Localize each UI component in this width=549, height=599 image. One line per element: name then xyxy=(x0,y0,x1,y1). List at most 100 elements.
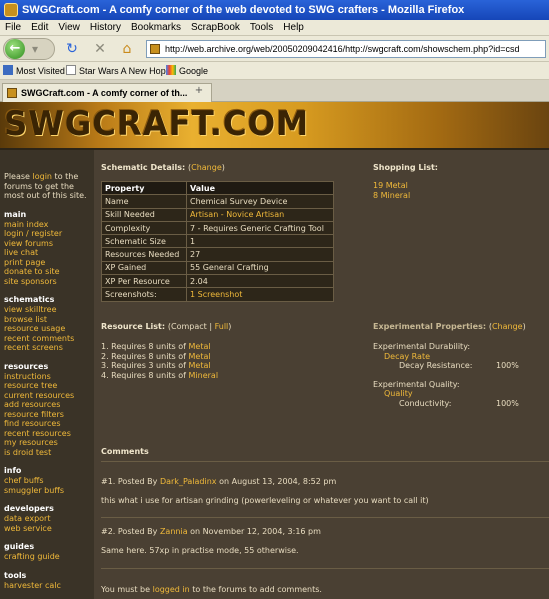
paren: ) xyxy=(221,163,225,172)
sidebar-link[interactable]: resource tree xyxy=(4,381,94,391)
address-bar[interactable]: http://web.archive.org/web/2005020904241… xyxy=(146,40,546,58)
resource-link[interactable]: Metal xyxy=(189,361,211,370)
sidebar-link[interactable]: main index xyxy=(4,220,94,230)
back-button[interactable]: ← xyxy=(5,39,25,59)
sidebar-link[interactable]: find resources xyxy=(4,419,94,429)
sidebar-link[interactable]: view skilltree xyxy=(4,305,94,315)
value-cell: Artisan - Novice Artisan xyxy=(186,207,334,222)
stop-icon[interactable]: ✕ xyxy=(90,39,110,59)
shopping-resource-link[interactable]: Metal xyxy=(386,181,408,190)
sidebar-link[interactable]: donate to site xyxy=(4,267,94,277)
sidebar-link[interactable]: print page xyxy=(4,258,94,268)
logged-in-link[interactable]: logged in xyxy=(153,585,190,594)
sidebar-section-title: schematics xyxy=(4,295,55,304)
experimental-change-link[interactable]: Change xyxy=(492,322,523,331)
site-favicon-icon xyxy=(150,44,160,54)
comment-divider xyxy=(101,568,549,569)
sidebar-link[interactable]: live chat xyxy=(4,248,94,258)
resource-link[interactable]: Metal xyxy=(189,342,211,351)
experimental-subgroup-link[interactable]: Decay Rate xyxy=(373,352,472,362)
experimental-attribute: Decay Resistance: 100% xyxy=(373,361,519,371)
sidebar-link[interactable]: site sponsors xyxy=(4,277,94,287)
sidebar-link[interactable]: chef buffs xyxy=(4,476,94,486)
resource-list-title: Resource List: xyxy=(101,322,166,331)
experimental-subgroup-link[interactable]: Quality xyxy=(373,389,472,399)
attribute-value: 100% xyxy=(496,398,519,408)
table-row: XP Per Resource 2.04 xyxy=(101,274,334,289)
bookmark-google[interactable]: Google xyxy=(166,62,208,80)
posted-by: Posted By xyxy=(117,527,158,536)
sidebar-link[interactable]: login / register xyxy=(4,229,94,239)
sidebar-link[interactable]: smuggler buffs xyxy=(4,486,94,496)
sidebar-link[interactable]: resource usage xyxy=(4,324,94,334)
sidebar-link[interactable]: my resources xyxy=(4,438,94,448)
sidebar-link[interactable]: add resources xyxy=(4,400,94,410)
value-cell: 55 General Crafting xyxy=(186,260,334,276)
comment-date: on August 13, 2004, 8:52 pm xyxy=(219,477,337,486)
sidebar-sections: main main index login / register view forum… xyxy=(4,209,94,591)
table-row: Skill Needed Artisan - Novice Artisan xyxy=(101,207,334,222)
value-text: 1 xyxy=(190,236,196,246)
back-forward-group: ← ▾ xyxy=(3,38,55,60)
property-cell: Complexity xyxy=(101,220,187,236)
menu-file[interactable]: File xyxy=(0,20,26,36)
new-tab-button[interactable]: + xyxy=(190,83,208,99)
bookmark-most-visited[interactable]: Most Visited xyxy=(3,62,65,80)
window-title-bar: SWGCraft.com - A comfy corner of the web… xyxy=(0,0,549,20)
menu-edit[interactable]: Edit xyxy=(26,20,53,36)
compact-label[interactable]: Compact xyxy=(171,322,207,331)
shopping-list: 19 Metal 8 Mineral xyxy=(373,181,410,201)
value-link[interactable]: Artisan - Novice Artisan xyxy=(190,210,284,219)
header-property: Property xyxy=(101,180,187,196)
forward-button[interactable]: ▾ xyxy=(32,41,38,57)
sidebar-link[interactable]: current resources xyxy=(4,391,94,401)
page-icon xyxy=(66,65,76,75)
menu-view[interactable]: View xyxy=(53,20,85,36)
navigation-toolbar: ← ▾ ↻ ✕ ⌂ http://web.archive.org/web/200… xyxy=(0,36,549,62)
reload-icon[interactable]: ↻ xyxy=(62,39,82,59)
sidebar-link[interactable]: is droid test xyxy=(4,448,94,458)
value-text: 2.04 xyxy=(190,276,208,286)
sidebar-link[interactable]: recent comments xyxy=(4,334,94,344)
experimental-attribute: Conductivity: 100% xyxy=(373,399,519,409)
full-link[interactable]: Full xyxy=(215,322,229,331)
comment-author-link[interactable]: Dark_Paladinx xyxy=(160,477,217,486)
sidebar-link[interactable]: data export xyxy=(4,514,94,524)
schematic-title: Schematic Details: xyxy=(101,163,186,172)
tab-swgcraft[interactable]: SWGCraft.com - A comfy corner of th... xyxy=(2,83,212,102)
resource-requirement: 1. Requires 8 units of xyxy=(101,342,186,351)
sidebar-link[interactable]: resource filters xyxy=(4,410,94,420)
property-cell: Schematic Size xyxy=(101,234,187,249)
bookmark-star-wars[interactable]: Star Wars A New Hope xyxy=(66,62,171,80)
value-text: 7 - Requires Generic Crafting Tool xyxy=(190,223,324,233)
home-icon[interactable]: ⌂ xyxy=(117,39,137,59)
schematic-change-link[interactable]: Change xyxy=(191,163,222,172)
value-cell: 1 Screenshot xyxy=(186,287,334,302)
sidebar-link[interactable]: browse list xyxy=(4,315,94,325)
shopping-resource-link[interactable]: Mineral xyxy=(381,191,411,200)
comment-number: #1. xyxy=(101,477,116,486)
site-logo[interactable]: SWGCRAFT.COM xyxy=(4,104,309,144)
menu-tools[interactable]: Tools xyxy=(245,20,278,36)
comment-date: on November 12, 2004, 3:16 pm xyxy=(190,527,321,536)
sidebar-link[interactable]: recent resources xyxy=(4,429,94,439)
sidebar-link[interactable]: web service xyxy=(4,524,94,534)
property-cell: Name xyxy=(101,194,187,209)
menu-history[interactable]: History xyxy=(85,20,126,36)
comment-number: #2. xyxy=(101,527,116,536)
menu-scrapbook[interactable]: ScrapBook xyxy=(186,20,245,36)
resource-list-heading: Resource List: (Compact | Full) xyxy=(101,322,231,331)
login-link[interactable]: login xyxy=(33,172,53,181)
sidebar-link[interactable]: recent screens xyxy=(4,343,94,353)
sidebar-link[interactable]: instructions xyxy=(4,372,94,382)
sidebar-link[interactable]: crafting guide xyxy=(4,552,94,562)
comment-author-link[interactable]: Zannia xyxy=(160,527,188,536)
resource-link[interactable]: Metal xyxy=(189,352,211,361)
sidebar-link[interactable]: harvester calc xyxy=(4,581,94,591)
value-link[interactable]: 1 Screenshot xyxy=(190,290,242,299)
tab-favicon-icon xyxy=(7,88,17,98)
menu-help[interactable]: Help xyxy=(278,20,309,36)
resource-link[interactable]: Mineral xyxy=(189,371,219,380)
sidebar-link[interactable]: view forums xyxy=(4,239,94,249)
menu-bookmarks[interactable]: Bookmarks xyxy=(126,20,186,36)
